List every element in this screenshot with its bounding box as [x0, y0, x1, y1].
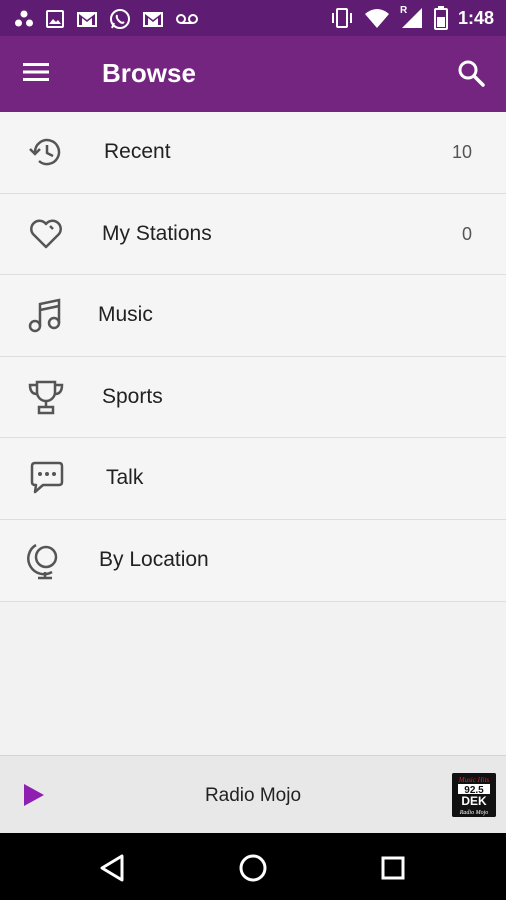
list-item-music[interactable]: Music [0, 275, 506, 357]
svg-text:Music Hits: Music Hits [458, 776, 490, 784]
back-button[interactable] [96, 851, 130, 885]
gmail-icon [77, 12, 97, 27]
svg-text:DEK: DEK [461, 794, 487, 808]
back-icon [100, 854, 124, 882]
heart-icon [30, 219, 62, 248]
station-logo: Music Hits 92.5 DEK Radio Mojo [452, 773, 496, 817]
image-icon [46, 10, 64, 28]
list-item-label: Sports [102, 384, 163, 408]
page-title: Browse [102, 58, 196, 88]
roaming-label: R [399, 5, 408, 16]
mail-icon [143, 12, 163, 27]
list-item-label: My Stations [102, 221, 212, 245]
list-item-count: 0 [461, 223, 472, 244]
dots-icon [15, 10, 33, 27]
list-item-recent[interactable]: Recent 10 [0, 112, 506, 194]
list-item-label: Music [98, 303, 153, 327]
station-name: Radio Mojo [204, 785, 302, 806]
menu-button[interactable] [22, 60, 58, 90]
history-icon [29, 138, 61, 166]
notification-icons [14, 8, 199, 30]
browse-list: Recent 10 My Stations 0 Music Sports Tal… [0, 112, 506, 602]
recents-button[interactable] [376, 851, 410, 885]
list-item-count: 10 [451, 142, 472, 162]
recents-icon [381, 856, 405, 880]
system-icons: R 1:48 [330, 5, 494, 30]
app-bar: Browse [0, 36, 506, 112]
list-item-my-stations[interactable]: My Stations 0 [0, 193, 506, 276]
wifi-icon [364, 9, 389, 28]
whatsapp-icon [110, 9, 130, 29]
search-button[interactable] [456, 58, 488, 90]
list-item-label: Recent [104, 140, 171, 163]
search-icon [458, 60, 485, 87]
trophy-icon [28, 380, 64, 415]
home-button[interactable] [236, 851, 270, 885]
vibrate-icon [331, 8, 352, 28]
status-time: 1:48 [457, 7, 494, 28]
system-navigation-bar [0, 833, 506, 900]
voicemail-icon [176, 14, 198, 24]
menu-icon [23, 63, 49, 81]
list-item-by-location[interactable]: By Location [0, 519, 506, 602]
battery-icon [433, 6, 448, 30]
globe-icon [27, 543, 58, 580]
list-item-label: By Location [99, 547, 209, 571]
svg-text:Radio Mojo: Radio Mojo [459, 810, 489, 816]
status-bar: R 1:48 [0, 0, 506, 36]
list-item-sports[interactable]: Sports [0, 356, 506, 439]
music-note-icon [28, 298, 61, 333]
list-item-talk[interactable]: Talk [0, 438, 506, 520]
chat-bubble-icon [30, 462, 64, 494]
mini-player[interactable]: Radio Mojo Music Hits 92.5 DEK Radio Moj… [0, 755, 506, 833]
list-item-label: Talk [106, 466, 144, 490]
home-icon [239, 854, 267, 882]
